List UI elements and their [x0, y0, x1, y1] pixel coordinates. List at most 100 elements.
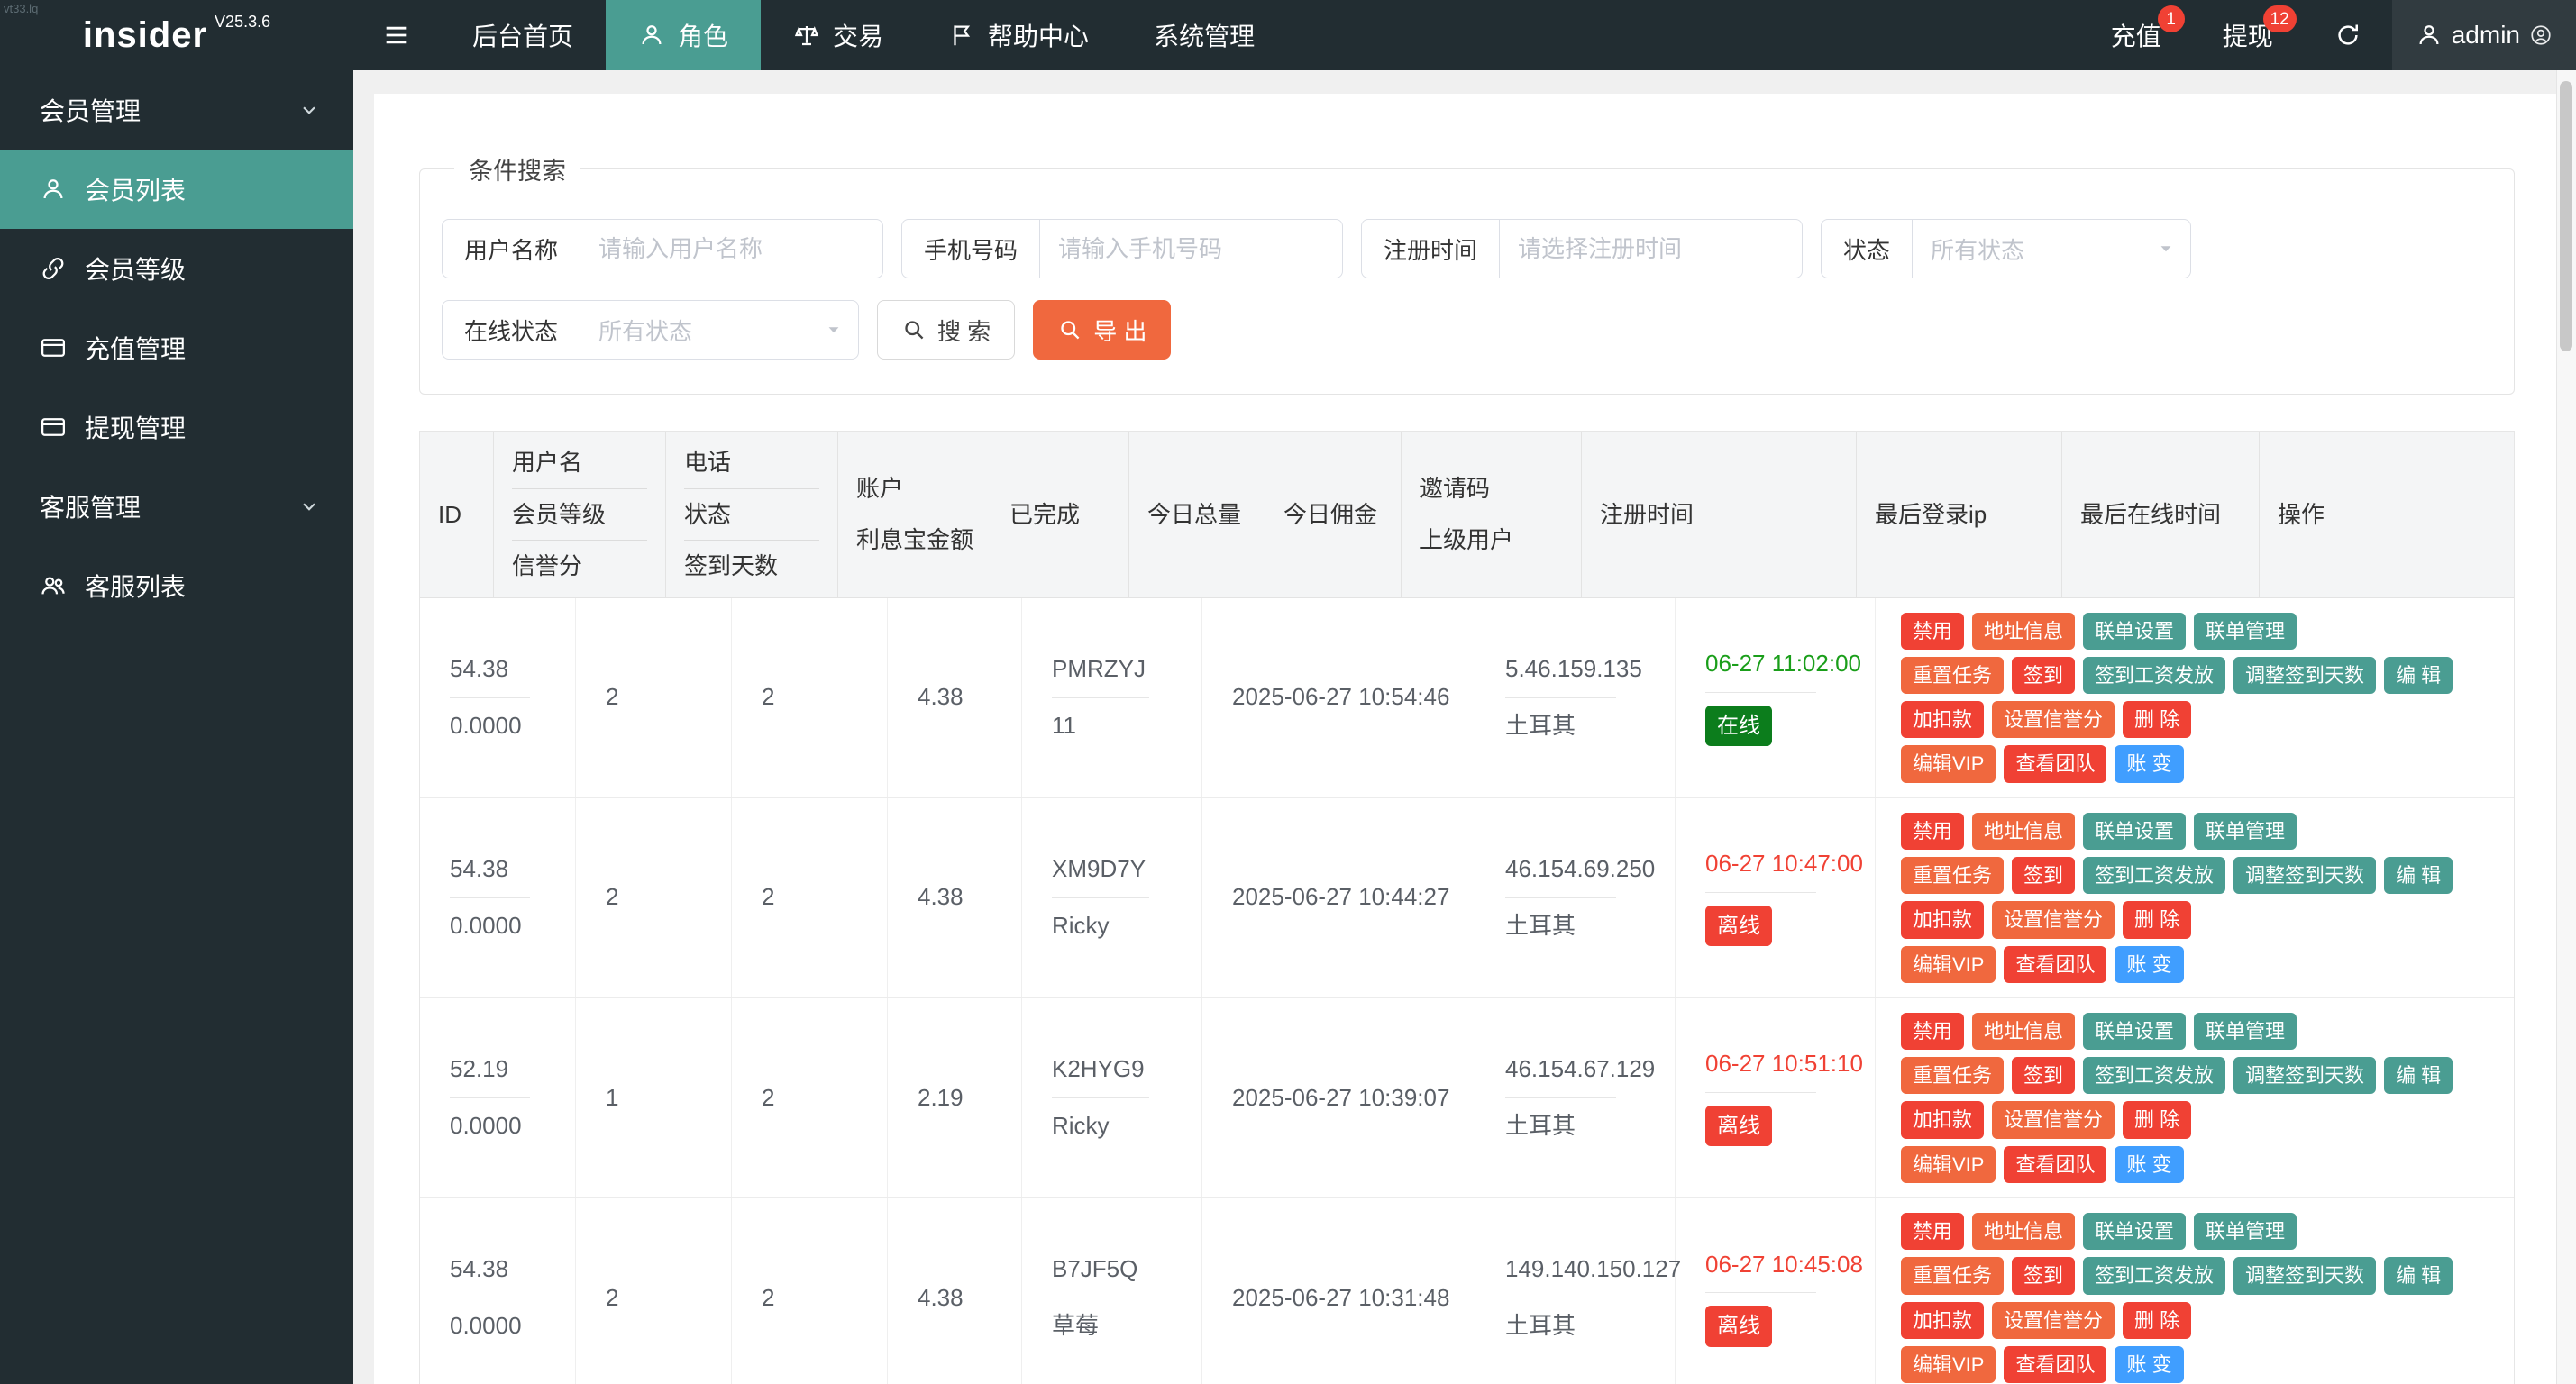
action-button[interactable]: 联单设置: [2083, 1013, 2186, 1050]
stack-value: XM9D7Y: [1052, 854, 1191, 885]
refresh-button[interactable]: [2304, 0, 2392, 70]
field-select[interactable]: 所有状态: [1912, 219, 2191, 278]
field-select[interactable]: 所有状态: [580, 300, 859, 360]
action-button[interactable]: 账 变: [2115, 745, 2183, 782]
status-badge: 离线: [1705, 1106, 1772, 1146]
action-button[interactable]: 删 除: [2123, 701, 2191, 738]
action-button[interactable]: 调整签到天数: [2233, 1257, 2376, 1294]
action-button[interactable]: 联单设置: [2083, 1213, 2186, 1250]
action-button[interactable]: 签到: [2012, 1257, 2075, 1294]
action-button[interactable]: 重置任务: [1901, 857, 2004, 894]
cell-last-login-ip: 149.140.150.127土耳其: [1475, 1198, 1676, 1384]
scrollbar-thumb[interactable]: [2560, 81, 2572, 351]
action-button[interactable]: 加扣款: [1901, 1101, 1984, 1138]
action-button[interactable]: 签到工资发放: [2083, 657, 2225, 694]
action-button[interactable]: 禁用: [1901, 1013, 1964, 1050]
sidebar-item-label: 会员等级: [85, 250, 186, 287]
top-menu-item[interactable]: 后台首页: [440, 0, 606, 70]
table-row: 54.380.0000 2 2 4.38 XM9D7YRicky 2025-06…: [420, 798, 2514, 998]
action-button[interactable]: 删 除: [2123, 901, 2191, 938]
action-button[interactable]: 联单设置: [2083, 613, 2186, 650]
action-button[interactable]: 联单管理: [2194, 1213, 2297, 1250]
stack-divider: [1705, 692, 1816, 693]
action-button[interactable]: 重置任务: [1901, 1057, 2004, 1094]
stack-value: 0.0000: [450, 911, 564, 942]
action-button[interactable]: 加扣款: [1901, 701, 1984, 738]
action-button[interactable]: 加扣款: [1901, 1302, 1984, 1339]
action-button[interactable]: 编 辑: [2384, 1257, 2453, 1294]
action-button[interactable]: 调整签到天数: [2233, 857, 2376, 894]
action-button[interactable]: 联单管理: [2194, 1013, 2297, 1050]
action-button[interactable]: 禁用: [1901, 813, 1964, 850]
chevron-down-icon: [297, 495, 321, 518]
action-button[interactable]: 查看团队: [2004, 745, 2106, 782]
action-button[interactable]: 编辑VIP: [1901, 745, 1996, 782]
action-button[interactable]: 签到工资发放: [2083, 857, 2225, 894]
action-button[interactable]: 设置信誉分: [1992, 1101, 2115, 1138]
sidebar-item[interactable]: 充值管理: [0, 308, 353, 387]
action-button[interactable]: 地址信息: [1972, 1013, 2075, 1050]
top-menu-item[interactable]: 交易: [761, 0, 916, 70]
action-button[interactable]: 签到: [2012, 1057, 2075, 1094]
topbar-right: 充值 1 提现 12 admin: [2080, 0, 2576, 70]
top-menu-item[interactable]: 帮助中心: [916, 0, 1121, 70]
field-input[interactable]: [1039, 219, 1343, 278]
action-button[interactable]: 编辑VIP: [1901, 946, 1996, 983]
action-button[interactable]: 联单设置: [2083, 813, 2186, 850]
action-button[interactable]: 签到工资发放: [2083, 1057, 2225, 1094]
action-button[interactable]: 编 辑: [2384, 1057, 2453, 1094]
action-button[interactable]: 查看团队: [2004, 1146, 2106, 1183]
action-button[interactable]: 调整签到天数: [2233, 1057, 2376, 1094]
top-menu-item[interactable]: 角色: [606, 0, 761, 70]
admin-menu[interactable]: admin: [2392, 0, 2576, 70]
action-button[interactable]: 地址信息: [1972, 1213, 2075, 1250]
action-button[interactable]: 禁用: [1901, 613, 1964, 650]
action-button[interactable]: 设置信誉分: [1992, 901, 2115, 938]
action-button[interactable]: 联单管理: [2194, 813, 2297, 850]
stack-value: 5.46.159.135: [1505, 654, 1664, 685]
action-button[interactable]: 编 辑: [2384, 857, 2453, 894]
action-button[interactable]: 设置信誉分: [1992, 1302, 2115, 1339]
vertical-scrollbar[interactable]: [2556, 70, 2576, 1384]
action-button[interactable]: 编 辑: [2384, 657, 2453, 694]
field-input[interactable]: [1499, 219, 1803, 278]
action-button[interactable]: 联单管理: [2194, 613, 2297, 650]
export-button[interactable]: 导 出: [1033, 300, 1171, 360]
action-button[interactable]: 设置信誉分: [1992, 701, 2115, 738]
action-button[interactable]: 签到工资发放: [2083, 1257, 2225, 1294]
action-button[interactable]: 签到: [2012, 657, 2075, 694]
action-button[interactable]: 删 除: [2123, 1101, 2191, 1138]
action-button[interactable]: 编辑VIP: [1901, 1346, 1996, 1383]
search-panel-title: 条件搜索: [454, 151, 580, 187]
action-button[interactable]: 签到: [2012, 857, 2075, 894]
sidebar-item[interactable]: 会员列表: [0, 150, 353, 229]
action-button[interactable]: 账 变: [2115, 946, 2183, 983]
action-button[interactable]: 查看团队: [2004, 946, 2106, 983]
sidebar-section-header[interactable]: 会员管理: [0, 70, 353, 150]
action-button[interactable]: 重置任务: [1901, 657, 2004, 694]
caret-down-icon: [2154, 237, 2178, 260]
search-field: 在线状态所有状态: [442, 300, 859, 360]
sidebar-toggle-button[interactable]: [353, 0, 440, 70]
action-button[interactable]: 账 变: [2115, 1346, 2183, 1383]
top-menu-item[interactable]: 系统管理: [1121, 0, 1287, 70]
field-input[interactable]: [580, 219, 883, 278]
action-button[interactable]: 账 变: [2115, 1146, 2183, 1183]
action-button[interactable]: 查看团队: [2004, 1346, 2106, 1383]
sidebar-section-header[interactable]: 客服管理: [0, 467, 353, 546]
recharge-button[interactable]: 充值 1: [2080, 0, 2192, 70]
action-button[interactable]: 地址信息: [1972, 813, 2075, 850]
withdraw-button[interactable]: 提现 12: [2192, 0, 2304, 70]
cell-register-time: 2025-06-27 10:44:27: [1202, 798, 1475, 997]
action-button[interactable]: 禁用: [1901, 1213, 1964, 1250]
action-button[interactable]: 加扣款: [1901, 901, 1984, 938]
action-button[interactable]: 编辑VIP: [1901, 1146, 1996, 1183]
action-button[interactable]: 重置任务: [1901, 1257, 2004, 1294]
sidebar-item[interactable]: 提现管理: [0, 387, 353, 467]
action-button[interactable]: 地址信息: [1972, 613, 2075, 650]
action-button[interactable]: 调整签到天数: [2233, 657, 2376, 694]
sidebar-item[interactable]: 会员等级: [0, 229, 353, 308]
sidebar-item[interactable]: 客服列表: [0, 546, 353, 625]
action-button[interactable]: 删 除: [2123, 1302, 2191, 1339]
search-button[interactable]: 搜 索: [877, 300, 1015, 360]
